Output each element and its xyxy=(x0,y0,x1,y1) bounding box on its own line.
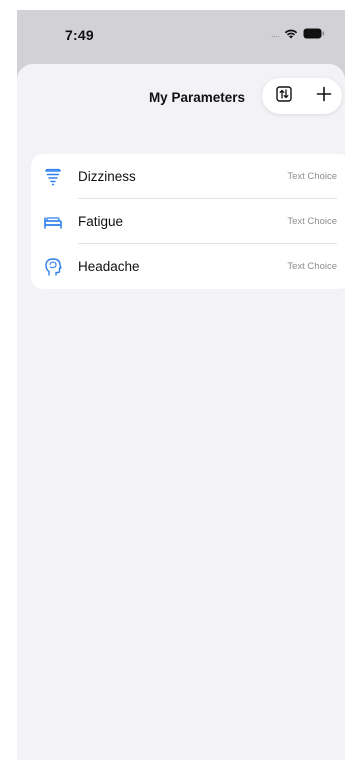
sort-icon xyxy=(276,85,292,107)
brain-head-icon xyxy=(43,257,63,277)
bed-icon xyxy=(43,212,63,232)
wifi-icon xyxy=(284,28,298,39)
sort-button[interactable] xyxy=(275,85,293,107)
add-parameter-button[interactable] xyxy=(315,86,333,107)
phone-screen: 7:49 .... My Parameters Dizziness Text C… xyxy=(17,10,345,760)
plus-icon xyxy=(316,86,332,107)
status-icons: .... xyxy=(271,28,325,39)
list-item-headache[interactable]: Headache Text Choice xyxy=(31,244,345,289)
parameter-name: Fatigue xyxy=(78,214,124,229)
parameter-type: Text Choice xyxy=(287,216,337,227)
parameters-list: Dizziness Text Choice Fatigue Text Choic… xyxy=(31,154,345,289)
parameter-type: Text Choice xyxy=(287,261,337,272)
parameter-name: Dizziness xyxy=(78,169,136,184)
status-time: 7:49 xyxy=(65,27,94,43)
parameter-name: Headache xyxy=(78,259,140,274)
tornado-icon xyxy=(43,167,63,187)
list-item-fatigue[interactable]: Fatigue Text Choice xyxy=(31,199,345,244)
signal-indicator: .... xyxy=(270,28,280,39)
battery-icon xyxy=(303,28,325,39)
status-bar: 7:49 .... xyxy=(17,10,345,62)
parameter-type: Text Choice xyxy=(287,171,337,182)
parameters-sheet: My Parameters Dizziness Text Choice Fati… xyxy=(17,64,345,760)
page-title: My Parameters xyxy=(148,90,245,105)
list-item-dizziness[interactable]: Dizziness Text Choice xyxy=(31,154,345,199)
nav-action-group xyxy=(262,78,342,114)
